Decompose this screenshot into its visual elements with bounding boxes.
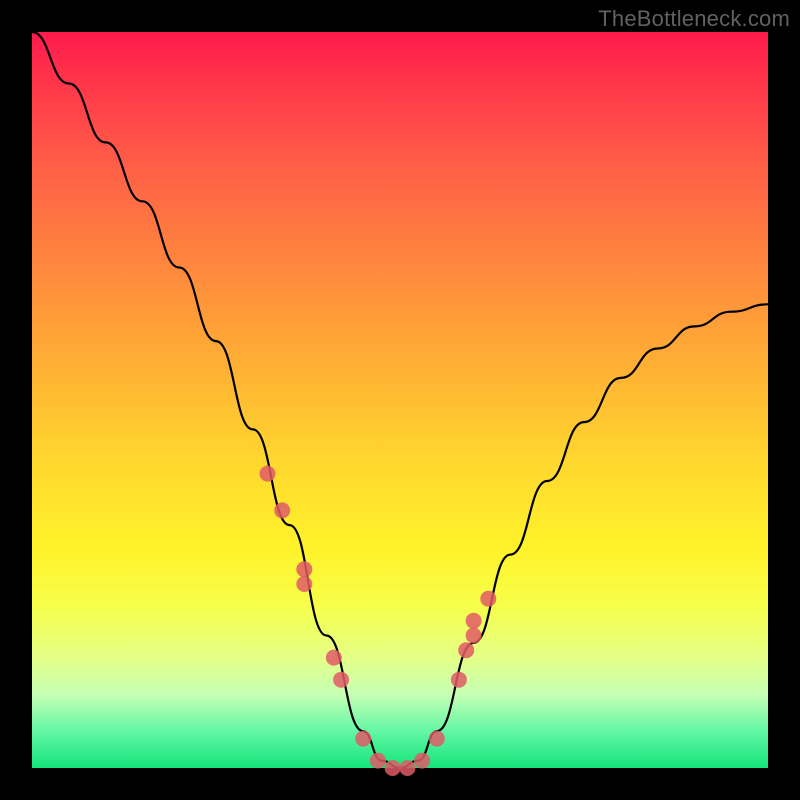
marker-dot — [466, 628, 482, 644]
marker-dot — [414, 753, 430, 769]
bottleneck-curve — [32, 32, 768, 768]
marker-dot — [480, 591, 496, 607]
marker-dot — [466, 613, 482, 629]
marker-dot — [274, 502, 290, 518]
marker-dot — [326, 650, 342, 666]
plot-area — [32, 32, 768, 768]
marker-dot — [296, 576, 312, 592]
marker-dot — [399, 760, 415, 776]
watermark-text: TheBottleneck.com — [598, 6, 790, 32]
curve-svg — [32, 32, 768, 768]
marker-dot — [333, 672, 349, 688]
marker-dot — [260, 466, 276, 482]
marker-dot — [451, 672, 467, 688]
marker-dot — [296, 561, 312, 577]
marker-dot — [370, 753, 386, 769]
marker-dot — [458, 642, 474, 658]
marker-dot — [429, 731, 445, 747]
chart-frame: TheBottleneck.com — [0, 0, 800, 800]
marker-group — [260, 466, 497, 776]
marker-dot — [385, 760, 401, 776]
marker-dot — [355, 731, 371, 747]
